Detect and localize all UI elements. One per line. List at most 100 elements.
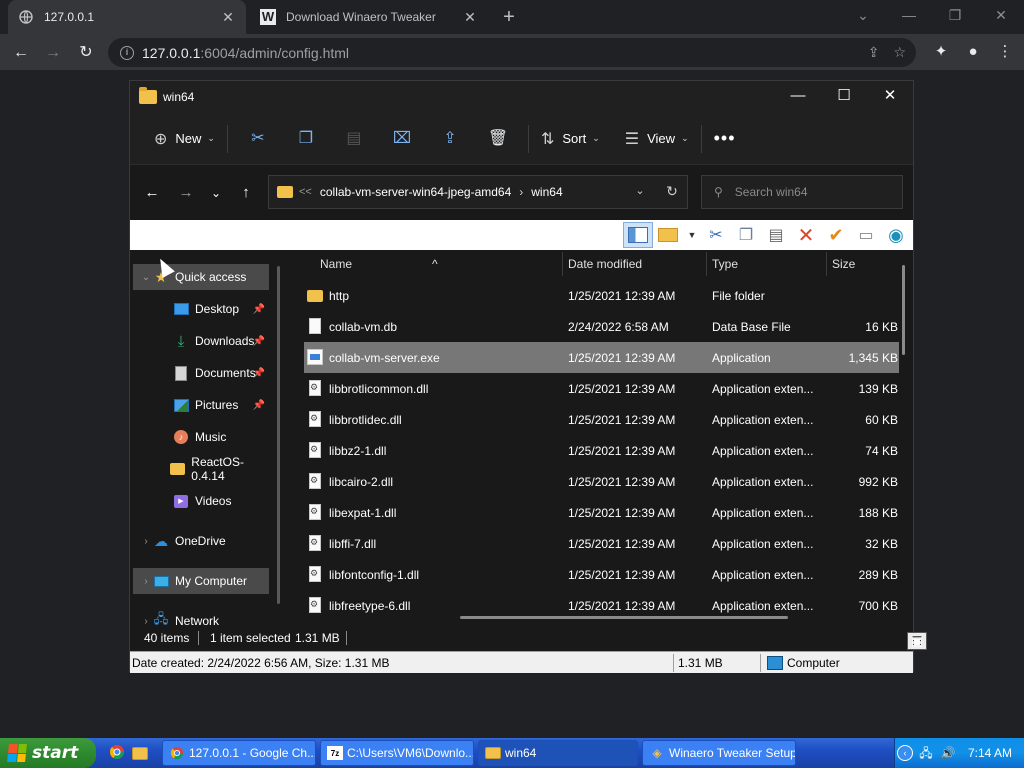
nav-scrollbar[interactable] <box>277 266 280 604</box>
forward-icon[interactable]: → <box>40 40 66 66</box>
new-tab-button[interactable]: + <box>498 6 520 28</box>
rename-icon[interactable]: ⌧ <box>378 123 426 155</box>
file-row[interactable]: libbrotlidec.dll 1/25/2021 12:39 AM Appl… <box>282 404 913 435</box>
file-row[interactable]: libbrotlicommon.dll 1/25/2021 12:39 AM A… <box>282 373 913 404</box>
more-options-button[interactable]: ••• <box>708 123 742 155</box>
chevron-right-icon[interactable]: › <box>139 576 153 587</box>
profile-icon[interactable]: ● <box>964 41 982 63</box>
taskbar-button-win64[interactable]: win64 <box>478 740 638 766</box>
expand-icon[interactable]: ⌄ <box>139 272 153 283</box>
refresh-icon[interactable]: ↻ <box>660 177 684 205</box>
recent-locations-icon[interactable]: ⌄ <box>202 180 230 206</box>
dropdown-icon[interactable]: ▼ <box>683 222 701 248</box>
clock[interactable]: 7:14 AM <box>968 746 1012 760</box>
file-row[interactable]: libexpat-1.dll 1/25/2021 12:39 AM Applic… <box>282 497 913 528</box>
nav-item-videos[interactable]: ▶ Videos <box>133 488 269 514</box>
taskbar-button-winaero[interactable]: ◈ Winaero Tweaker Setup <box>642 740 796 766</box>
file-row[interactable]: libbz2-1.dll 1/25/2021 12:39 AM Applicat… <box>282 435 913 466</box>
file-row[interactable]: libcairo-2.dll 1/25/2021 12:39 AM Applic… <box>282 466 913 497</box>
checkmark-icon[interactable]: ✔ <box>821 222 851 248</box>
chevron-right-icon[interactable]: › <box>139 616 153 627</box>
back-icon[interactable]: ← <box>138 180 166 206</box>
bookmark-star-icon[interactable]: ☆ <box>893 44 906 61</box>
globe-icon[interactable]: ◉ <box>881 222 911 248</box>
chevron-right-icon[interactable]: › <box>139 536 153 547</box>
address-bar[interactable]: i 127.0.0.1:6004/admin/config.html ⇪ ☆ <box>108 38 916 67</box>
tab-close-icon[interactable]: ✕ <box>462 9 478 25</box>
nav-item-pictures[interactable]: Pictures 📌 <box>133 392 269 418</box>
start-button[interactable]: start <box>0 738 96 768</box>
properties-icon[interactable]: ▭ <box>851 222 881 248</box>
file-row[interactable]: collab-vm.db 2/24/2022 6:58 AM Data Base… <box>282 311 913 342</box>
file-row[interactable]: libfontconfig-1.dll 1/25/2021 12:39 AM A… <box>282 559 913 590</box>
cut-icon[interactable]: ✂ <box>234 123 282 155</box>
copy-icon[interactable]: ❐ <box>731 222 761 248</box>
desktop-icon <box>173 301 189 317</box>
maximize-icon[interactable]: ☐ <box>821 81 867 111</box>
menu-icon[interactable]: ⋮ <box>996 41 1014 63</box>
show-hidden-icons-icon[interactable]: ‹ <box>897 745 913 761</box>
minimize-icon[interactable]: — <box>886 0 932 30</box>
folders-pane-icon[interactable] <box>623 222 653 248</box>
taskbar-button-chrome[interactable]: 127.0.0.1 - Google Ch... <box>162 740 316 766</box>
minimize-icon[interactable]: — <box>775 81 821 111</box>
close-icon[interactable]: ✕ <box>867 81 913 111</box>
reload-icon[interactable]: ↻ <box>73 40 99 66</box>
nav-item-quick-access[interactable]: ⌄ ★ Quick access <box>133 264 269 290</box>
search-box[interactable]: ⚲ Search win64 <box>701 175 903 209</box>
volume-icon[interactable]: 🔊 <box>939 744 957 762</box>
tab-close-icon[interactable]: ✕ <box>220 9 236 25</box>
file-row-selected[interactable]: collab-vm-server.exe 1/25/2021 12:39 AM … <box>304 342 899 373</box>
restore-icon[interactable]: ❐ <box>932 0 978 30</box>
extensions-icon[interactable]: ✦ <box>932 41 950 63</box>
breadcrumb-parent[interactable]: collab-vm-server-win64-jpeg-amd64 <box>320 185 511 199</box>
view-button[interactable]: ☰ View ⌄ <box>619 123 695 155</box>
nav-item-reactos[interactable]: ReactOS-0.4.14 <box>133 455 269 483</box>
horizontal-scrollbar[interactable] <box>460 616 788 619</box>
column-date[interactable]: Date modified <box>568 257 642 271</box>
explorer-address-bar[interactable]: << collab-vm-server-win64-jpeg-amd64 › w… <box>268 175 688 209</box>
up-icon[interactable]: ↑ <box>232 180 260 206</box>
delete-icon[interactable]: 🗑 <box>474 123 522 155</box>
taskbar-button-7zip[interactable]: 7z C:\Users\VM6\Downlo... <box>320 740 474 766</box>
column-size[interactable]: Size <box>832 257 855 271</box>
chrome-icon[interactable] <box>108 744 126 762</box>
close-icon[interactable]: ✕ <box>978 0 1024 30</box>
tab-search-icon[interactable]: ⌄ <box>840 0 886 30</box>
overflow-breadcrumb[interactable]: << <box>299 186 312 198</box>
paste-icon[interactable]: ▤ <box>761 222 791 248</box>
explorer-quicklaunch-icon[interactable] <box>132 744 150 762</box>
nav-item-music[interactable]: ♪ Music <box>133 424 269 450</box>
cut-icon[interactable]: ✂ <box>701 222 731 248</box>
copy-icon[interactable]: ❐ <box>282 123 330 155</box>
site-info-icon[interactable]: i <box>120 45 134 60</box>
column-divider[interactable] <box>706 252 707 276</box>
share-icon[interactable]: ⇪ <box>868 44 880 61</box>
file-row[interactable]: libffi-7.dll 1/25/2021 12:39 AM Applicat… <box>282 528 913 559</box>
back-icon[interactable]: ← <box>8 40 34 66</box>
browser-tab-localhost[interactable]: 127.0.0.1 ✕ <box>8 0 246 34</box>
column-divider[interactable] <box>562 252 563 276</box>
sort-button[interactable]: ⇅ Sort ⌄ <box>535 123 606 155</box>
share-icon[interactable]: ⇪ <box>426 123 474 155</box>
large-icons-view-icon[interactable]: ▣ <box>907 632 927 650</box>
network-tray-icon[interactable]: 🖧 <box>917 744 935 762</box>
forward-icon[interactable]: → <box>172 180 200 206</box>
address-dropdown-icon[interactable]: ⌄ <box>628 177 652 205</box>
new-button[interactable]: ⊕ New ⌄ <box>148 123 221 155</box>
column-type[interactable]: Type <box>712 257 738 271</box>
nav-item-desktop[interactable]: Desktop 📌 <box>133 296 269 322</box>
vertical-scrollbar[interactable] <box>902 265 905 355</box>
breadcrumb-current[interactable]: win64 <box>531 185 562 199</box>
delete-icon[interactable]: ✕ <box>791 222 821 248</box>
browser-tab-winaero[interactable]: W Download Winaero Tweaker ✕ <box>250 0 488 34</box>
nav-item-onedrive[interactable]: › ☁ OneDrive <box>133 528 269 554</box>
nav-item-downloads[interactable]: ⤓ Downloads 📌 <box>133 328 269 354</box>
folder-options-icon[interactable] <box>653 222 683 248</box>
file-row[interactable]: http 1/25/2021 12:39 AM File folder <box>282 280 913 311</box>
column-name[interactable]: Name <box>320 257 352 271</box>
nav-item-my-computer[interactable]: › My Computer <box>133 568 269 594</box>
nav-item-documents[interactable]: Documents 📌 <box>133 360 269 386</box>
paste-icon[interactable]: ▤ <box>330 123 378 155</box>
column-divider[interactable] <box>826 252 827 276</box>
